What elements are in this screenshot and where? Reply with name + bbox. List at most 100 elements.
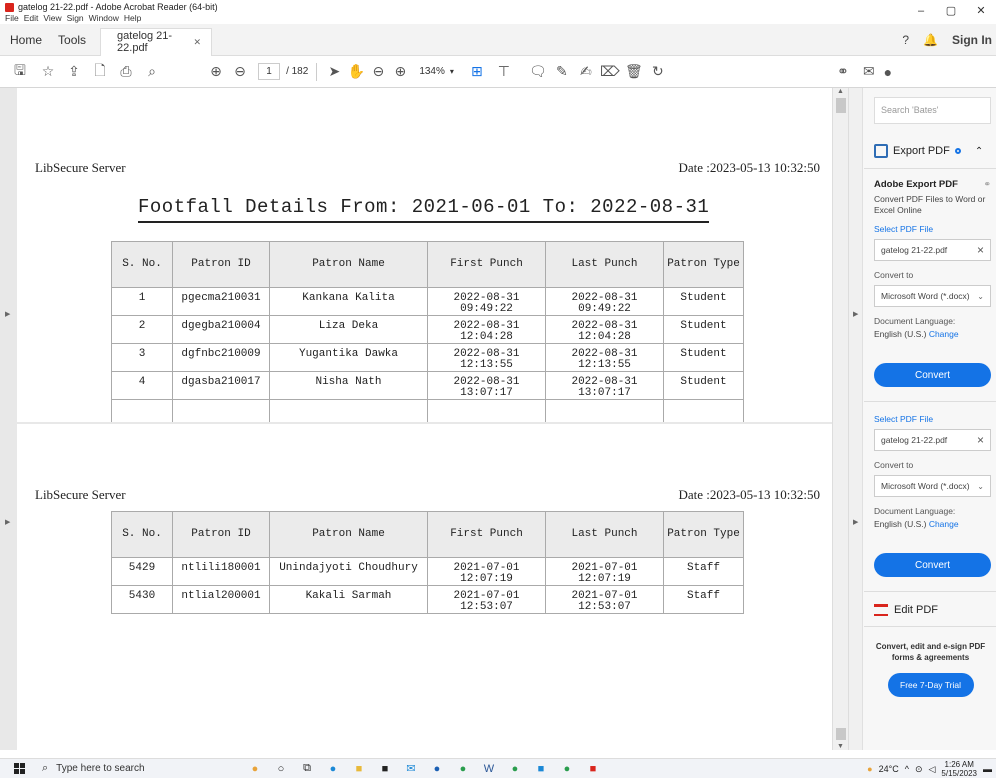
link-icon[interactable]: ⚭ bbox=[983, 179, 991, 190]
select-pdf-file-link-2[interactable]: Select PDF File bbox=[874, 414, 996, 424]
account-icon[interactable]: ● bbox=[881, 62, 895, 82]
maximize-icon[interactable]: ▢ bbox=[936, 0, 966, 22]
menu-help[interactable]: Help bbox=[124, 13, 141, 24]
speaker-icon[interactable]: ◁ bbox=[928, 764, 935, 775]
upload-icon[interactable]: ⇪ bbox=[64, 62, 84, 82]
weather-icon[interactable]: ● bbox=[867, 764, 872, 774]
scroll-thumb-bottom[interactable] bbox=[836, 728, 846, 740]
selected-file-field[interactable]: gatelog 21-22.pdf × bbox=[874, 239, 991, 261]
cell-first-punch: 2022-08-31 09:49:22 bbox=[427, 287, 546, 316]
remove-file-icon[interactable]: × bbox=[977, 433, 984, 447]
page-up-icon[interactable]: ⊕ bbox=[206, 62, 226, 82]
chevron-up-icon[interactable]: ⌃ bbox=[975, 146, 983, 157]
share-link-icon[interactable]: ⚭ bbox=[833, 62, 853, 82]
scroll-thumb[interactable] bbox=[836, 98, 846, 113]
tab-tools[interactable]: Tools bbox=[58, 33, 86, 47]
vertical-scrollbar[interactable]: ▲ ▼ bbox=[832, 88, 848, 750]
print-icon[interactable]: ⎙ bbox=[116, 62, 136, 82]
export-pdf-header[interactable]: Export PDF ⌃ bbox=[874, 144, 996, 158]
tab-home[interactable]: Home bbox=[10, 33, 42, 47]
star-icon[interactable]: ☆ bbox=[38, 62, 58, 82]
file-explorer-icon[interactable]: ■ bbox=[346, 763, 372, 775]
rotate-icon[interactable]: ↻ bbox=[648, 62, 668, 82]
cell-patron-name: Yugantika Dawka bbox=[269, 343, 428, 372]
convert-button-2[interactable]: Convert bbox=[874, 553, 991, 577]
save-icon[interactable]: 🖫 bbox=[10, 62, 30, 82]
convert-button[interactable]: Convert bbox=[874, 363, 991, 387]
remove-file-icon[interactable]: × bbox=[977, 243, 984, 257]
panel-collapse-bar[interactable]: ▶ ▶ bbox=[849, 88, 863, 750]
menu-view[interactable]: View bbox=[43, 13, 61, 24]
bell-icon[interactable]: 🔔 bbox=[923, 33, 938, 47]
delete-icon[interactable]: 🗑 bbox=[624, 62, 644, 82]
notification-icon[interactable]: ▬ bbox=[983, 764, 992, 774]
help-icon[interactable]: ? bbox=[902, 33, 909, 47]
scroll-down-icon[interactable]: ▼ bbox=[837, 743, 844, 750]
edge-icon[interactable]: ● bbox=[320, 763, 346, 775]
task-view-icon[interactable]: ⧉ bbox=[294, 762, 320, 775]
tag-icon[interactable]: ⌦ bbox=[600, 62, 620, 82]
zoom-in-icon[interactable]: ⊕ bbox=[391, 62, 409, 82]
chrome-icon-2[interactable]: ● bbox=[502, 763, 528, 775]
file-icon[interactable]: 🗋 bbox=[90, 62, 110, 82]
taskbar-search[interactable]: ⌕ Type here to search bbox=[42, 759, 212, 778]
page-down-icon[interactable]: ⊖ bbox=[230, 62, 250, 82]
col-header-patron-name: Patron Name bbox=[269, 511, 428, 558]
close-tab-icon[interactable]: ✕ bbox=[193, 37, 201, 48]
chrome-icon-3[interactable]: ● bbox=[554, 763, 580, 775]
change-language-link[interactable]: Change bbox=[929, 519, 959, 529]
sign-icon[interactable]: ✍ bbox=[576, 62, 596, 82]
collapse-panel-icon[interactable]: ▶ bbox=[853, 310, 858, 318]
chevron-up-icon[interactable]: ^ bbox=[905, 764, 909, 774]
zoom-out-icon[interactable]: ⊖ bbox=[369, 62, 387, 82]
fit-page-icon[interactable]: ⊞ bbox=[466, 62, 488, 82]
format-select-2[interactable]: Microsoft Word (*.docx) ⌄ bbox=[874, 475, 991, 497]
comment-icon[interactable]: 🗨 bbox=[528, 62, 548, 82]
selected-file-field-2[interactable]: gatelog 21-22.pdf × bbox=[874, 429, 991, 451]
zoom-dropdown[interactable]: 134% ▾ bbox=[419, 66, 454, 77]
mail-icon[interactable]: ✉ bbox=[398, 762, 424, 775]
clock[interactable]: 1:26 AM 5/15/2023 bbox=[941, 760, 977, 778]
menu-window[interactable]: Window bbox=[89, 13, 119, 24]
start-button[interactable] bbox=[10, 759, 28, 778]
acrobat-taskbar-icon[interactable]: ■ bbox=[580, 763, 606, 775]
email-icon[interactable]: ✉ bbox=[859, 62, 879, 82]
minimize-icon[interactable]: – bbox=[906, 0, 936, 22]
left-collapse-bar[interactable]: ▶ ▶ bbox=[0, 88, 16, 750]
collapse-panel-icon-2[interactable]: ▶ bbox=[853, 518, 858, 526]
first-punch-time: 13:07:17 bbox=[460, 387, 513, 399]
search-app-icon[interactable]: ● bbox=[424, 763, 450, 775]
change-language-link[interactable]: Change bbox=[929, 329, 959, 339]
cortana-icon[interactable]: ○ bbox=[268, 763, 294, 775]
bates-search-input[interactable]: Search 'Bates' bbox=[874, 97, 991, 124]
cell-patron-name: Unindajyoti Choudhury bbox=[269, 557, 428, 586]
store-icon[interactable]: ■ bbox=[372, 763, 398, 775]
tabs-right: ? 🔔 Sign In bbox=[888, 24, 992, 56]
edit-pdf-header[interactable]: Edit PDF bbox=[874, 604, 996, 616]
sign-in-button[interactable]: Sign In bbox=[952, 33, 992, 47]
first-punch-time: 09:49:22 bbox=[460, 303, 513, 315]
photos-icon[interactable]: ■ bbox=[528, 763, 554, 775]
search-icon[interactable]: ⌕ bbox=[142, 62, 162, 82]
tab-document[interactable]: gatelog 21-22.pdf ✕ bbox=[100, 27, 213, 56]
select-cursor-icon[interactable]: ➤ bbox=[325, 62, 343, 82]
temperature[interactable]: 24°C bbox=[879, 764, 899, 774]
close-icon[interactable]: ✕ bbox=[966, 0, 996, 22]
chrome-icon[interactable]: ● bbox=[450, 763, 476, 775]
word-icon[interactable]: W bbox=[476, 763, 502, 775]
widget-icon[interactable]: ● bbox=[242, 763, 268, 775]
pen-icon[interactable]: ✎ bbox=[552, 62, 572, 82]
free-trial-button[interactable]: Free 7-Day Trial bbox=[887, 673, 974, 697]
expand-left-icon[interactable]: ▶ bbox=[5, 310, 10, 318]
select-pdf-file-link[interactable]: Select PDF File bbox=[874, 224, 996, 234]
menu-edit[interactable]: Edit bbox=[24, 13, 39, 24]
menu-file[interactable]: File bbox=[5, 13, 19, 24]
page-number-input[interactable]: 1 bbox=[258, 63, 280, 80]
network-icon[interactable]: ⊙ bbox=[915, 764, 923, 775]
stamp-icon[interactable]: ⊤ bbox=[494, 62, 514, 82]
menu-sign[interactable]: Sign bbox=[67, 13, 84, 24]
format-select[interactable]: Microsoft Word (*.docx) ⌄ bbox=[874, 285, 991, 307]
hand-icon[interactable]: ✋ bbox=[347, 62, 365, 82]
expand-left-icon-2[interactable]: ▶ bbox=[5, 518, 10, 526]
scroll-up-icon[interactable]: ▲ bbox=[837, 88, 844, 95]
